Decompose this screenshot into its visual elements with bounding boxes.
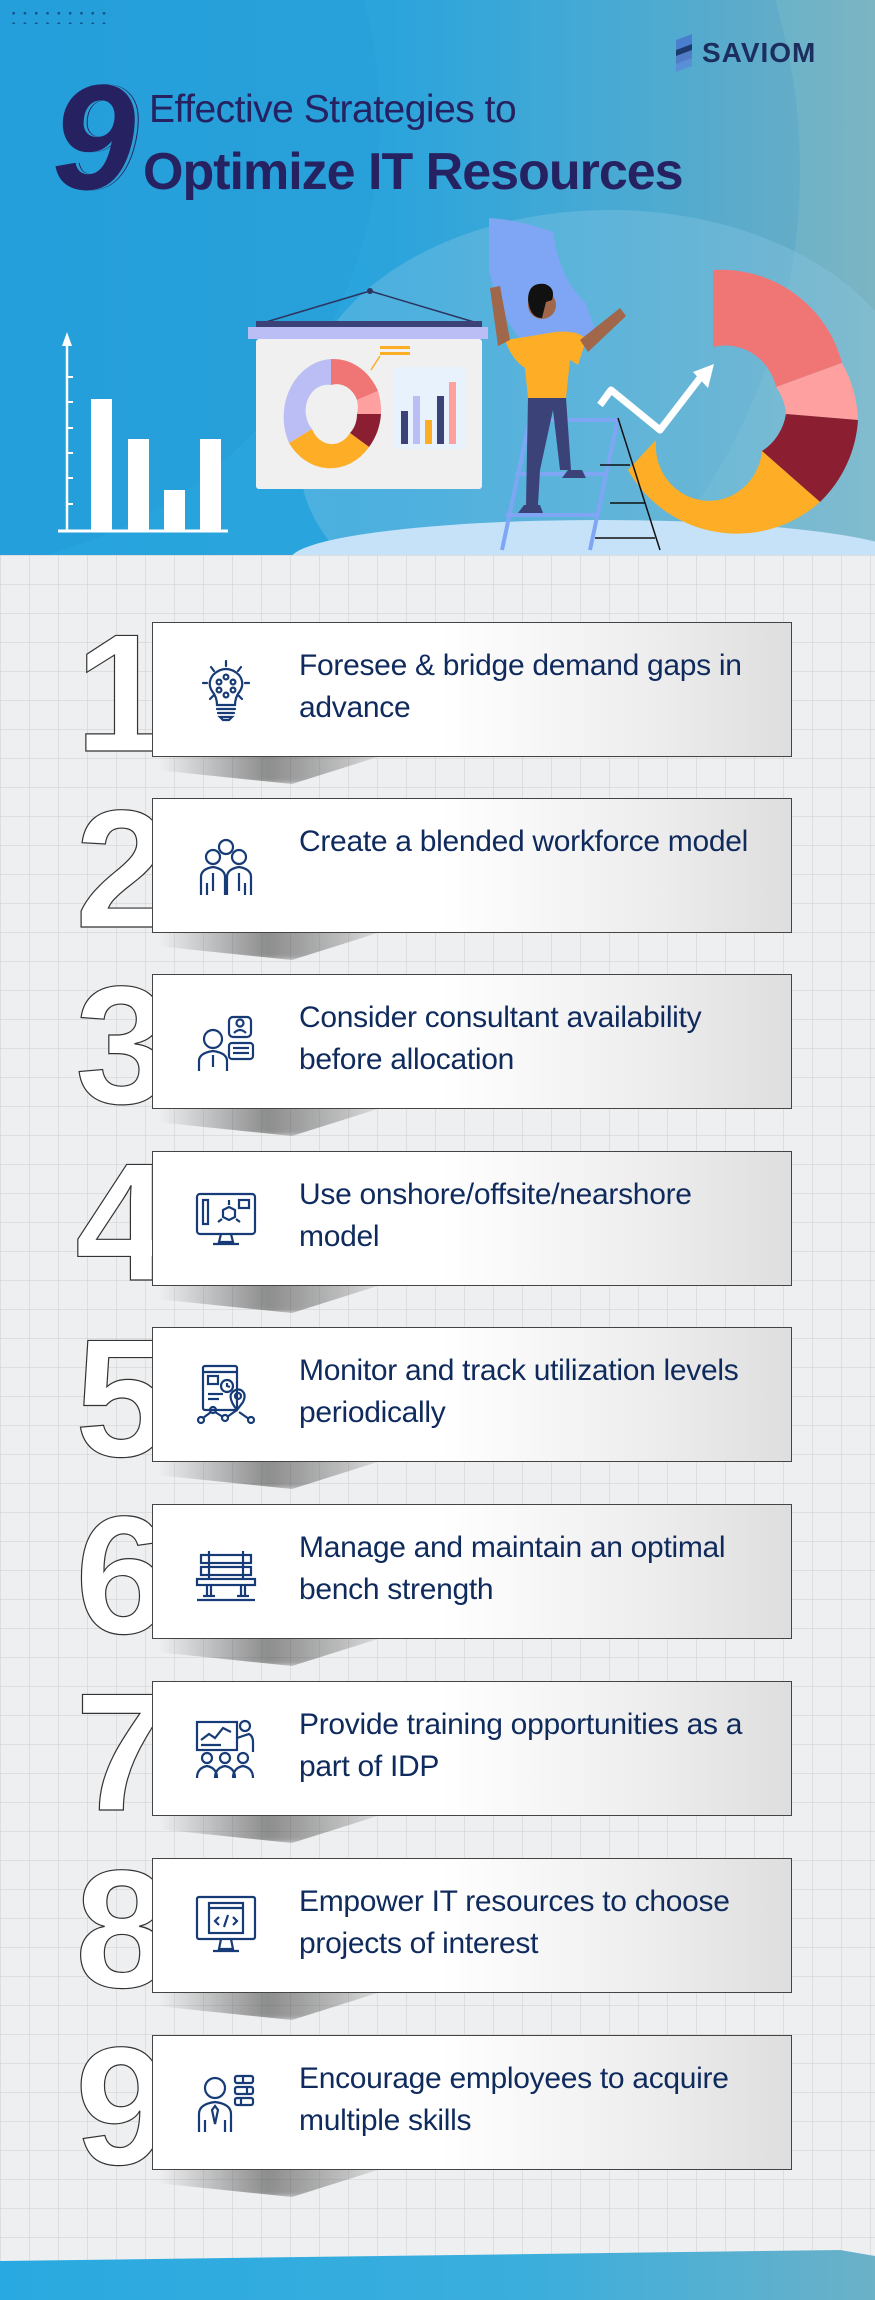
monitor-3d-box-icon bbox=[195, 1192, 257, 1246]
bench-icon bbox=[195, 1551, 257, 1602]
strategy-text: Provide training opportunities as a part… bbox=[299, 1708, 743, 1783]
header-illustration bbox=[58, 218, 858, 551]
lightbulb-network-icon bbox=[201, 659, 251, 722]
team-group-icon bbox=[199, 838, 253, 895]
strategy-card: Use onshore/offsite/nearshore model bbox=[152, 1151, 792, 1286]
strategy-card: Foresee & bridge demand gaps in advance bbox=[152, 622, 792, 757]
strategy-card: Encourage employees to acquire multiple … bbox=[152, 2035, 792, 2170]
strategy-text: Empower IT resources to choose projects … bbox=[299, 1885, 730, 1960]
strategies-section: 1 Foresee & bridge demand gaps in advanc… bbox=[0, 555, 875, 2300]
report-clock-location-icon bbox=[196, 1364, 256, 1425]
code-monitor-icon bbox=[195, 1895, 257, 1953]
strategy-item-5: 5 Monitor and track utilization levels p… bbox=[0, 1312, 875, 1503]
strategy-item-4: 4 Use onshore/offsite/nearshore model bbox=[0, 1136, 875, 1327]
donut-chart-illustration-icon bbox=[628, 269, 858, 534]
strategy-text: Monitor and track utilization levels per… bbox=[299, 1354, 739, 1429]
strategy-card: Empower IT resources to choose projects … bbox=[152, 1858, 792, 1993]
strategy-text: Manage and maintain an optimal bench str… bbox=[299, 1531, 726, 1606]
strategy-item-6: 6 Manage and maintain an optimal bench s… bbox=[0, 1489, 875, 1680]
strategy-item-7: 7 Provide training opportunities as a pa… bbox=[0, 1666, 875, 1857]
strategy-card: Consider consultant availability before … bbox=[152, 974, 792, 1109]
strategy-text: Use onshore/offsite/nearshore model bbox=[299, 1178, 692, 1253]
strategy-item-8: 8 Empower IT resources to choose project… bbox=[0, 1843, 875, 2034]
employee-skills-icon bbox=[197, 2074, 255, 2132]
strategy-item-3: 3 Consider consultant availability befor… bbox=[0, 959, 875, 1150]
consultant-chat-icon bbox=[197, 1015, 255, 1071]
bar-chart-illustration-icon bbox=[58, 332, 228, 533]
strategy-text: Encourage employees to acquire multiple … bbox=[299, 2062, 729, 2137]
presentation-board-icon bbox=[248, 288, 488, 489]
strategy-item-9: 9 Encourage employees to acquire multipl… bbox=[0, 2020, 875, 2211]
strategy-card: Monitor and track utilization levels per… bbox=[152, 1327, 792, 1462]
header-banner: SAVIOM 9 Effective Strategies to Optimiz… bbox=[0, 0, 875, 555]
strategy-text: Foresee & bridge demand gaps in advance bbox=[299, 649, 742, 724]
strategy-text: Create a blended workforce model bbox=[299, 825, 748, 858]
strategy-card: Provide training opportunities as a part… bbox=[152, 1681, 792, 1816]
strategy-card: Create a blended workforce model bbox=[152, 798, 792, 933]
strategy-text: Consider consultant availability before … bbox=[299, 1001, 702, 1076]
strategy-item-1: 1 Foresee & bridge demand gaps in advanc… bbox=[0, 607, 875, 798]
training-presentation-icon bbox=[195, 1719, 255, 1779]
strategy-card: Manage and maintain an optimal bench str… bbox=[152, 1504, 792, 1639]
strategy-item-2: 2 Create a blended workforce model bbox=[0, 783, 875, 974]
